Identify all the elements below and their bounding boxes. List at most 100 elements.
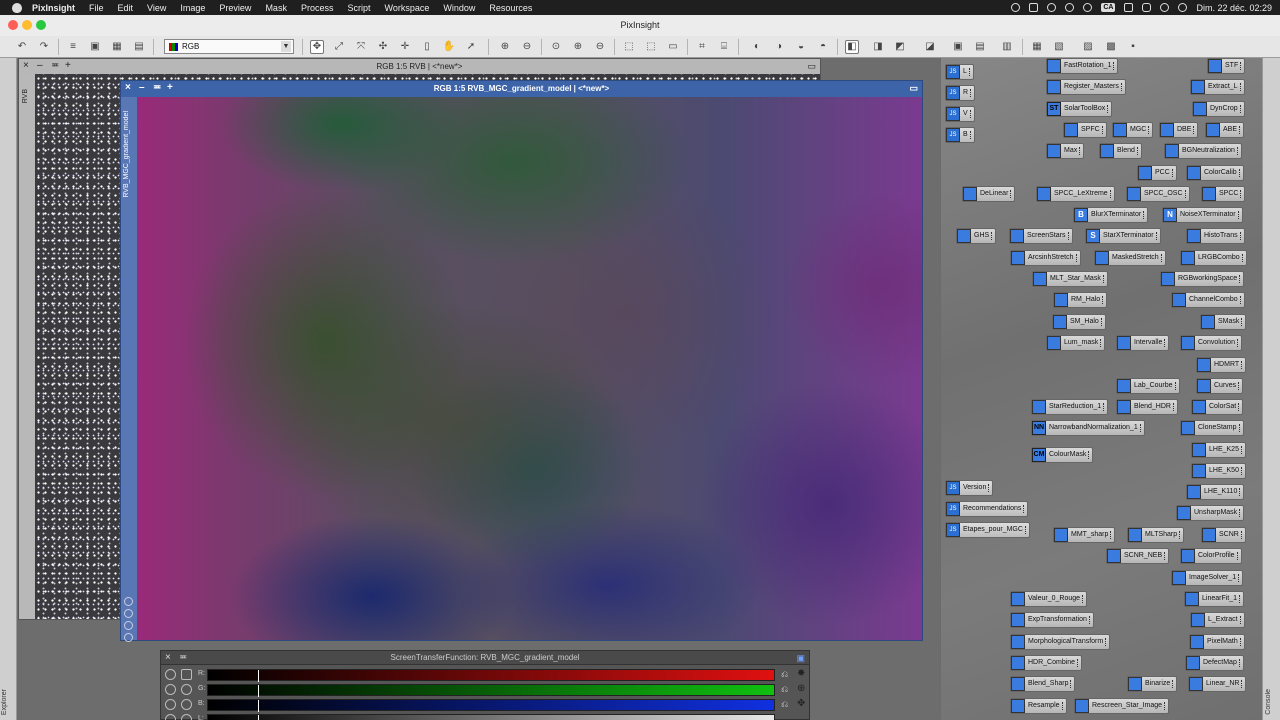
process-icon-max[interactable]: Max xyxy=(1046,143,1085,159)
process-icon-mgc[interactable]: MGC xyxy=(1112,122,1154,138)
process-icon-scnrneb[interactable]: SCNR_NEB xyxy=(1106,548,1170,564)
pin-icon[interactable]: + xyxy=(167,83,173,93)
move-icon[interactable]: ✥ xyxy=(310,40,324,54)
siri-icon[interactable] xyxy=(1178,3,1188,12)
process-icon-clonestamp[interactable]: CloneStamp xyxy=(1180,420,1244,436)
process-icon-bgneutral[interactable]: BGNeutralization xyxy=(1164,143,1242,159)
color-icon[interactable]: ▦ xyxy=(110,40,124,54)
frame-icon[interactable]: ⌸ xyxy=(717,40,731,54)
record-icon[interactable] xyxy=(1011,3,1021,12)
slider-handle[interactable] xyxy=(258,700,259,712)
process-icon-valeur0[interactable]: Valeur_0_Rouge xyxy=(1010,591,1088,607)
process-icon-abe[interactable]: ABE xyxy=(1205,122,1245,138)
hand-icon[interactable]: ✋ xyxy=(442,40,456,54)
maximize-icon[interactable]: ▭ xyxy=(807,61,816,71)
process-icon-colourmask[interactable]: CM ColourMask xyxy=(1031,447,1094,463)
process-icon-hdrcombine[interactable]: HDR_Combine xyxy=(1010,655,1083,671)
process-icon-mltsharp[interactable]: MLTSharp xyxy=(1127,527,1185,543)
process-icon-blend[interactable]: Blend xyxy=(1099,143,1142,159)
close-icon[interactable]: × xyxy=(23,61,29,71)
console-panel-tab[interactable]: Console xyxy=(1262,58,1280,720)
pointer-icon[interactable]: ➚ xyxy=(464,40,478,54)
zoom-out-icon[interactable]: ⊖ xyxy=(593,40,607,54)
process-icon-linearfit[interactable]: LinearFit_1 xyxy=(1184,591,1245,607)
channel-slider-r[interactable] xyxy=(207,669,775,682)
menu-resources[interactable]: Resources xyxy=(482,3,539,13)
process-icon-recommendations[interactable]: JS Recommendations xyxy=(945,501,1029,517)
input-source-badge[interactable]: CA xyxy=(1101,3,1116,12)
slider-handle[interactable] xyxy=(258,685,259,697)
stf-reset-icon[interactable]: ◩ xyxy=(893,40,907,54)
radiation-icon[interactable] xyxy=(165,714,176,720)
process-icon-stf[interactable]: STF xyxy=(1207,58,1246,74)
mask-enable-icon[interactable]: ◒ xyxy=(794,40,808,54)
process-icon-delinear[interactable]: DeLinear xyxy=(962,186,1016,202)
mask-invert-icon[interactable]: ◓ xyxy=(816,40,830,54)
process-icon-arcsinh[interactable]: ArcsinhStretch xyxy=(1010,250,1081,266)
window-title-bar[interactable]: × – ≖ + RGB 1:5 RVB | <*new*> ▭ xyxy=(19,59,820,74)
process-icon-maskedstretch[interactable]: MaskedStretch xyxy=(1094,250,1166,266)
eye-icon[interactable] xyxy=(181,714,192,720)
process-icon-blendhdr[interactable]: Blend_HDR xyxy=(1116,399,1178,415)
explorer-panel-tab[interactable]: Explorer xyxy=(0,58,17,720)
process-icon-resample[interactable]: Resample xyxy=(1010,698,1067,714)
menu-mask[interactable]: Mask xyxy=(258,3,294,13)
process-icon-b[interactable]: JS B xyxy=(945,127,975,143)
minimize-icon[interactable]: – xyxy=(37,61,43,71)
console-icon[interactable]: ▧ xyxy=(1052,40,1066,54)
zoom-in-icon[interactable]: ⊕ xyxy=(498,40,512,54)
slider-handle[interactable] xyxy=(258,715,259,720)
undo-icon[interactable]: ↶ xyxy=(15,40,29,54)
process-icon-starreduction[interactable]: StarReduction_1 xyxy=(1031,399,1109,415)
format-icon[interactable]: ▥ xyxy=(1000,40,1014,54)
process-icon-rescreen[interactable]: Rescreen_Star_Image xyxy=(1074,698,1170,714)
pointer-icon[interactable] xyxy=(181,669,192,680)
moon-icon[interactable] xyxy=(1065,3,1075,12)
process-icon-solartoolbox[interactable]: ST SolarToolBox xyxy=(1046,101,1113,117)
zoom-window-button[interactable] xyxy=(36,20,46,30)
clock[interactable]: Dim. 22 déc. 02:29 xyxy=(1196,3,1272,13)
channel-slider-g[interactable] xyxy=(207,684,775,697)
menu-edit[interactable]: Edit xyxy=(111,3,141,13)
stf-window[interactable]: × ≖ ScreenTransferFunction: RVB_MGC_grad… xyxy=(160,650,810,720)
slider-handle[interactable] xyxy=(258,670,259,682)
process-icon-extractl[interactable]: Extract_L xyxy=(1190,79,1245,95)
cross-icon[interactable]: ✛ xyxy=(398,40,412,54)
gradient-model-image[interactable] xyxy=(137,97,922,640)
minimize-icon[interactable]: – xyxy=(139,83,145,93)
mask-show-icon[interactable]: ◑ xyxy=(772,40,786,54)
close-window-button[interactable] xyxy=(8,20,18,30)
process-icon-mltstarmask[interactable]: MLT_Star_Mask xyxy=(1032,271,1108,287)
process-icon-narrowband[interactable]: NN NarrowbandNormalization_1 xyxy=(1031,420,1145,436)
process-icon-rgbws[interactable]: RGBworkingSpace xyxy=(1160,271,1245,287)
stf-auto-icon[interactable]: ◨ xyxy=(871,40,885,54)
process-icon-convolution[interactable]: Convolution xyxy=(1180,335,1242,351)
process-icon-dyncrop[interactable]: DynCrop xyxy=(1192,101,1245,117)
process-icon-pixelmath[interactable]: PixelMath xyxy=(1189,634,1245,650)
mask-icon[interactable] xyxy=(124,621,133,630)
fit-icon[interactable]: ⤢ xyxy=(332,40,346,54)
process-icon-exptrans[interactable]: ExpTransformation xyxy=(1010,612,1094,628)
stf-title-bar[interactable]: × ≖ ScreenTransferFunction: RVB_MGC_grad… xyxy=(161,651,809,665)
zoom-icon[interactable]: ⊙ xyxy=(549,40,563,54)
history-icon[interactable]: ≡ xyxy=(66,40,80,54)
menu-workspace[interactable]: Workspace xyxy=(377,3,436,13)
process-icon-unsharpmask[interactable]: UnsharpMask xyxy=(1176,505,1245,521)
expand-icon[interactable]: ⤧ xyxy=(354,40,368,54)
process-icon-rmhalo[interactable]: RM_Halo xyxy=(1053,292,1108,308)
lock-icon[interactable] xyxy=(124,609,133,618)
airdrop-icon[interactable] xyxy=(1083,3,1093,12)
menu-file[interactable]: File xyxy=(82,3,111,13)
flask-icon[interactable] xyxy=(1029,3,1039,12)
control-center-icon[interactable] xyxy=(1142,3,1152,12)
process-icon-l[interactable]: JS L xyxy=(945,64,974,80)
process-icon-v[interactable]: JS V xyxy=(945,106,975,122)
zoom-out-icon[interactable]: ⊖ xyxy=(520,40,534,54)
close-icon[interactable]: × xyxy=(125,83,131,93)
icons-icon[interactable]: ▪ xyxy=(1126,40,1140,54)
reset-icon[interactable]: ⎌ xyxy=(781,699,788,710)
apple-icon[interactable] xyxy=(12,2,22,13)
process-icon-colorcalib[interactable]: ColorCalib xyxy=(1186,165,1244,181)
channel-slider-b[interactable] xyxy=(207,699,775,712)
process-icon-spcc[interactable]: SPCC xyxy=(1201,186,1246,202)
